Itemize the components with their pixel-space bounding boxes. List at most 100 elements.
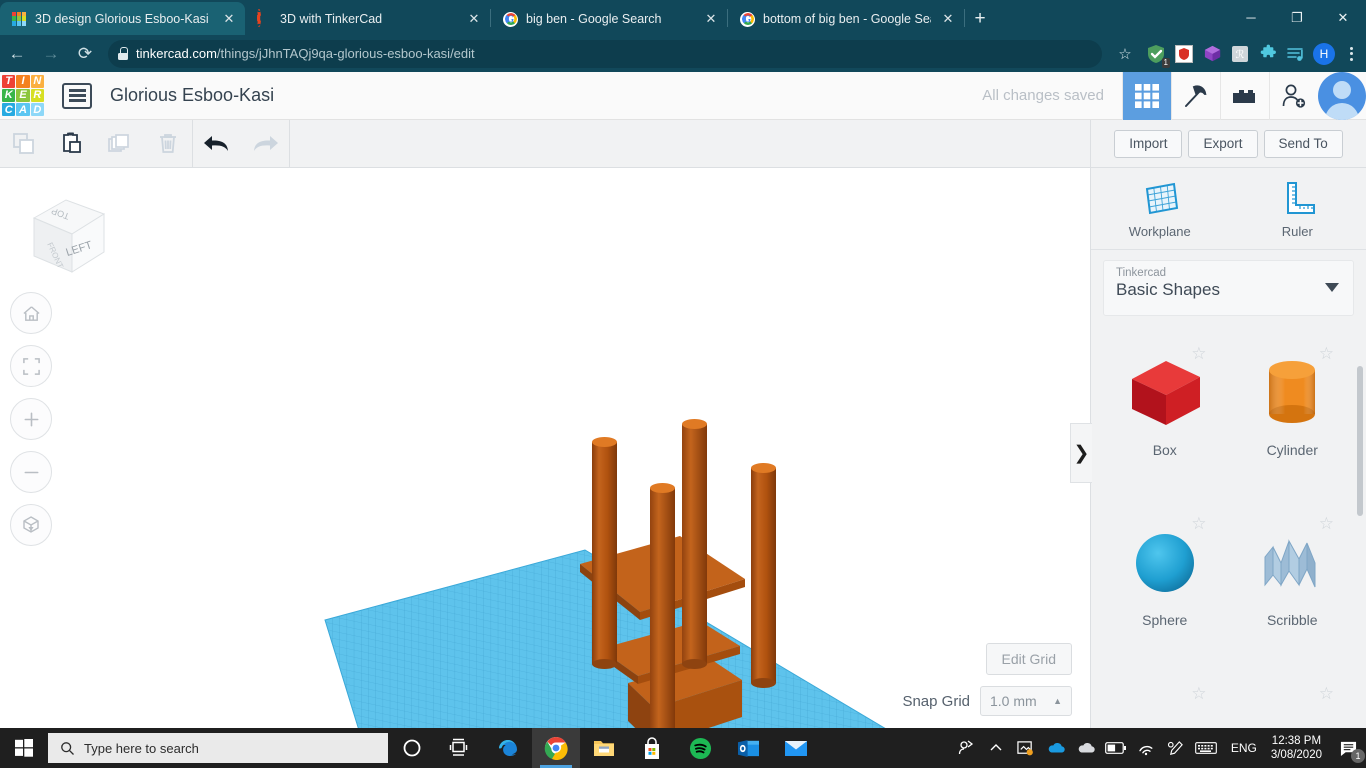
undo-icon[interactable]: [193, 120, 241, 167]
user-avatar[interactable]: [1318, 71, 1366, 120]
browser-tab-2[interactable]: 3D with TinkerCad ✕: [245, 2, 490, 35]
touch-keyboard-icon[interactable]: [1191, 728, 1221, 768]
browser-tab-title: big ben - Google Search: [526, 11, 662, 26]
profile-avatar[interactable]: H: [1310, 40, 1338, 68]
browser-tab-4[interactable]: G bottom of big ben - Google Sear ✕: [728, 2, 964, 35]
windows-taskbar: Type here to search ENG 12:38 PM 3/08/20…: [0, 728, 1366, 768]
address-bar[interactable]: tinkercad.com/things/jJhnTAQj9qa-gloriou…: [108, 39, 1102, 68]
grammar-extension-icon[interactable]: ℛ: [1226, 40, 1254, 68]
invite-person-icon[interactable]: [1269, 71, 1318, 120]
taskbar-search-input[interactable]: Type here to search: [48, 733, 388, 763]
delete-trash-icon[interactable]: [144, 120, 192, 167]
blocks-brick-icon[interactable]: [1220, 71, 1269, 120]
clock[interactable]: 12:38 PM 3/08/2020: [1267, 734, 1330, 762]
clock-date: 3/08/2020: [1270, 749, 1322, 761]
reload-icon[interactable]: ⟳: [68, 39, 102, 69]
tinkercad-logo-icon[interactable]: T I N K E R C A D: [0, 73, 46, 119]
shape-panel-scrollbar[interactable]: [1357, 366, 1363, 516]
collapse-panel-button[interactable]: ❯: [1070, 423, 1092, 483]
onedrive-white-icon[interactable]: [1071, 728, 1101, 768]
browser-tab-1[interactable]: 3D design Glorious Esboo-Kasi | T ✕: [0, 2, 245, 35]
spotify-icon[interactable]: [676, 728, 724, 768]
shape-library-select[interactable]: Tinkercad Basic Shapes: [1103, 260, 1354, 316]
maximize-button[interactable]: ❐: [1274, 0, 1320, 35]
shape-item-sphere[interactable]: ☆ Sphere: [1101, 504, 1229, 656]
orthographic-view-icon[interactable]: [10, 504, 52, 546]
page-title[interactable]: Glorious Esboo-Kasi: [110, 85, 274, 106]
shape-item-scribble[interactable]: ☆ Scribble: [1229, 504, 1357, 656]
workplane-icon: [1145, 182, 1178, 215]
browser-tab-3[interactable]: G big ben - Google Search ✕: [491, 2, 727, 35]
show-hidden-icons-icon[interactable]: [981, 728, 1011, 768]
edit-grid-button[interactable]: Edit Grid: [985, 643, 1072, 675]
zoom-in-icon[interactable]: [10, 398, 52, 440]
close-icon[interactable]: ✕: [701, 11, 721, 27]
copy-icon[interactable]: [0, 120, 48, 167]
shape-item-cylinder[interactable]: ☆ Cylinder: [1229, 334, 1357, 486]
design-grid-icon[interactable]: [1122, 71, 1171, 120]
meet-now-icon[interactable]: [951, 728, 981, 768]
design-viewport[interactable]: TOP FRONT LEFT Edit Grid Snap Grid 1.0 m…: [0, 168, 1090, 729]
url-path: /things/jJhnTAQj9qa-glorious-esboo-kasi/…: [216, 46, 475, 61]
minimize-button[interactable]: ─: [1228, 0, 1274, 35]
microsoft-store-icon[interactable]: [628, 728, 676, 768]
home-view-icon[interactable]: [10, 292, 52, 334]
file-explorer-icon[interactable]: [580, 728, 628, 768]
task-view-icon[interactable]: [436, 728, 484, 768]
paste-icon[interactable]: [48, 120, 96, 167]
browser-tab-title: bottom of big ben - Google Sear: [763, 11, 931, 26]
shield-extension-icon[interactable]: 1: [1142, 40, 1170, 68]
close-icon[interactable]: ✕: [219, 11, 239, 27]
logo-letter: D: [30, 103, 44, 117]
tabstrip: 3D design Glorious Esboo-Kasi | T ✕ 3D w…: [0, 0, 1366, 35]
taskbar-search-placeholder: Type here to search: [84, 740, 199, 756]
import-button[interactable]: Import: [1114, 129, 1183, 158]
forward-icon[interactable]: →: [34, 39, 68, 69]
close-icon[interactable]: ✕: [464, 11, 484, 27]
shape-label: Box: [1152, 442, 1177, 458]
purple-cube-extension-icon[interactable]: [1198, 40, 1226, 68]
view-cube[interactable]: TOP FRONT LEFT: [20, 190, 112, 282]
adblock-extension-icon[interactable]: [1170, 40, 1198, 68]
hamburger-menu-icon[interactable]: [62, 82, 92, 109]
language-indicator[interactable]: ENG: [1221, 741, 1267, 755]
workplane-tool[interactable]: Workplane: [1091, 168, 1229, 249]
new-tab-button[interactable]: +: [965, 2, 995, 35]
duplicate-icon[interactable]: [96, 120, 144, 167]
battery-icon[interactable]: [1101, 728, 1131, 768]
puzzle-extensions-icon[interactable]: [1254, 40, 1282, 68]
pen-menu-icon[interactable]: [1161, 728, 1191, 768]
cortana-icon[interactable]: [388, 728, 436, 768]
snap-grid-select[interactable]: 1.0 mm ▲: [980, 686, 1072, 716]
playlist-extension-icon[interactable]: [1282, 40, 1310, 68]
close-icon[interactable]: ✕: [938, 11, 958, 27]
google-icon: G: [503, 11, 519, 27]
close-window-button[interactable]: ✕: [1320, 0, 1366, 35]
fit-to-view-icon[interactable]: [10, 345, 52, 387]
shape-item-box[interactable]: ☆ Box: [1101, 334, 1229, 486]
shape-item-wedge[interactable]: ☆: [1101, 674, 1229, 734]
chrome-menu-icon[interactable]: [1338, 40, 1364, 68]
send-to-button[interactable]: Send To: [1263, 129, 1343, 158]
onedrive-sync-icon[interactable]: [1011, 728, 1041, 768]
logo-letter: T: [2, 74, 16, 88]
model-post-front-left: [650, 483, 675, 729]
mail-icon[interactable]: [772, 728, 820, 768]
microsoft-outlook-icon[interactable]: [724, 728, 772, 768]
windows-start-icon[interactable]: [0, 728, 48, 768]
google-chrome-icon[interactable]: [532, 728, 580, 768]
back-icon[interactable]: ←: [0, 39, 34, 69]
notifications-icon[interactable]: 1: [1330, 728, 1366, 768]
export-button[interactable]: Export: [1188, 129, 1258, 158]
ruler-tool[interactable]: Ruler: [1229, 168, 1366, 249]
wifi-icon[interactable]: [1131, 728, 1161, 768]
bookmark-star-icon[interactable]: ☆: [1108, 39, 1142, 69]
redo-icon[interactable]: [241, 120, 289, 167]
shape-item-cone[interactable]: ☆: [1229, 674, 1357, 734]
viewport-navigation: [10, 292, 52, 546]
model-post-front-right: [751, 463, 776, 688]
codeblocks-pickaxe-icon[interactable]: [1171, 71, 1220, 120]
zoom-out-icon[interactable]: [10, 451, 52, 493]
onedrive-blue-icon[interactable]: [1041, 728, 1071, 768]
microsoft-edge-icon[interactable]: [484, 728, 532, 768]
